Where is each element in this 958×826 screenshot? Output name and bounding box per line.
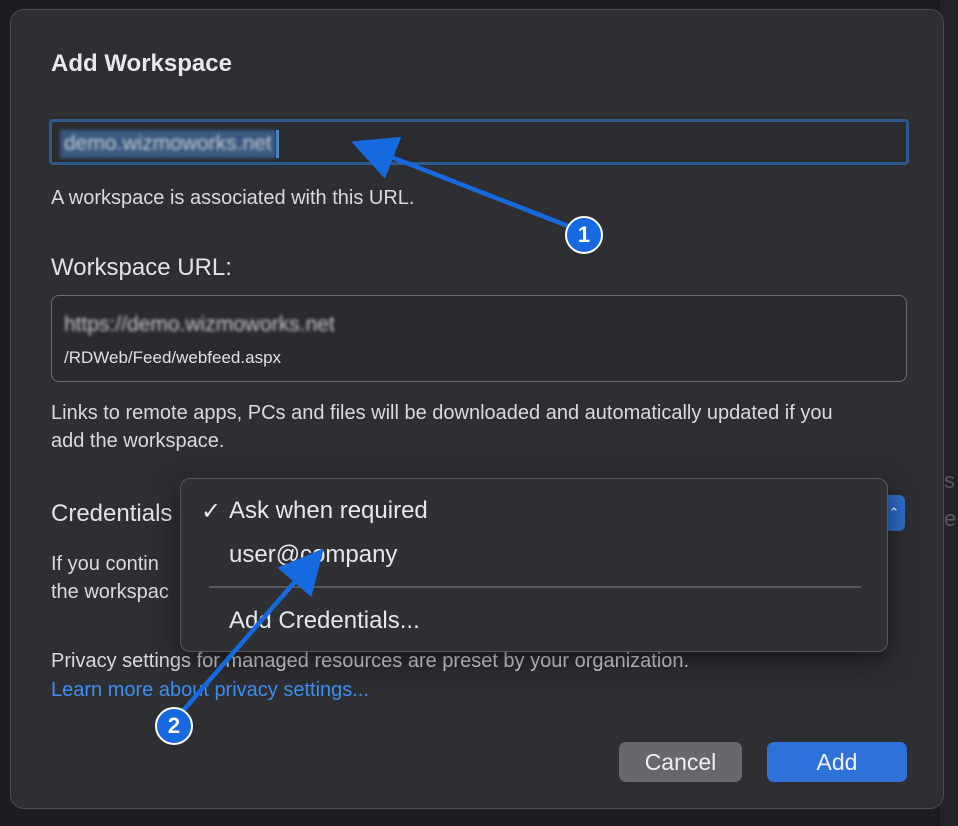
continue-text: If you contin the workspac (51, 550, 169, 606)
annotation-badge-2: 2 (155, 707, 193, 745)
text-caret (275, 130, 279, 158)
privacy-settings-link[interactable]: Learn more about privacy settings... (51, 676, 369, 704)
menu-item-ask-when-required[interactable]: ✓ Ask when required (201, 497, 428, 525)
menu-item-label: user@company (229, 541, 398, 568)
background-text-fragment: e (944, 506, 957, 531)
background-text-fragment: s (944, 468, 955, 493)
menu-separator (209, 586, 861, 588)
workspace-description: Links to remote apps, PCs and files will… (51, 402, 833, 452)
add-button[interactable]: Add (767, 742, 907, 782)
workspace-url-path: /RDWeb/Feed/webfeed.aspx (64, 348, 282, 367)
cancel-button[interactable]: Cancel (619, 742, 742, 782)
menu-item-add-credentials[interactable]: Add Credentials... (229, 607, 420, 635)
continue-text-line: If you contin (51, 553, 159, 575)
menu-item-label: Ask when required (229, 497, 428, 524)
menu-item-label: Add Credentials... (229, 607, 420, 634)
workspace-url-host: https://demo.wizmoworks.net (64, 313, 335, 336)
menu-item-user-account[interactable]: user@company (229, 541, 397, 569)
credentials-label: Credentials (51, 500, 173, 527)
workspace-url-label: Workspace URL: (51, 254, 232, 281)
add-workspace-dialog: Add Workspace demo.wizmoworks.net A work… (10, 9, 944, 809)
credentials-dropdown-menu: ✓ Ask when required user@company Add Cre… (180, 478, 888, 652)
annotation-badge-1: 1 (565, 216, 603, 254)
dialog-title: Add Workspace (51, 50, 232, 77)
continue-text-line: the workspac (51, 581, 169, 603)
workspace-hint: A workspace is associated with this URL. (51, 187, 415, 209)
checkmark-icon: ✓ (201, 498, 222, 525)
workspace-url-field: https://demo.wizmoworks.net /RDWeb/Feed/… (51, 295, 907, 382)
email-or-url-input[interactable]: demo.wizmoworks.net (49, 119, 909, 165)
selected-input-text: demo.wizmoworks.net (60, 130, 276, 158)
